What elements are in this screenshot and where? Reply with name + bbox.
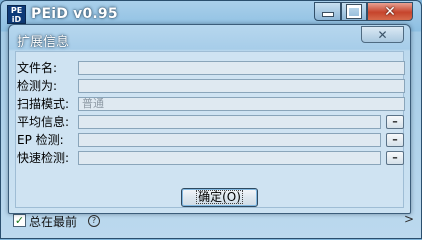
- ep-check-field[interactable]: [78, 133, 381, 147]
- close-icon: ✕: [384, 3, 396, 20]
- always-on-top-label[interactable]: 总在最前: [29, 213, 77, 230]
- fast-check-field[interactable]: [78, 151, 381, 165]
- file-name-field[interactable]: [78, 61, 405, 75]
- always-on-top-checkbox[interactable]: ✓: [13, 214, 26, 227]
- file-name-label: 文件名:: [17, 61, 58, 75]
- minimize-button[interactable]: [314, 2, 341, 21]
- peid-app-icon: PE iD: [7, 5, 26, 24]
- entropy-field[interactable]: [78, 115, 381, 129]
- entropy-label: 平均信息:: [17, 115, 70, 129]
- maximize-icon: [347, 5, 361, 18]
- ok-button[interactable]: 确定(O): [181, 188, 258, 207]
- scan-mode-label: 扫描模式:: [17, 97, 70, 111]
- scan-mode-field[interactable]: 普通: [78, 97, 405, 111]
- entropy-button[interactable]: –: [386, 115, 404, 129]
- peid-main-window: PE iD PEiD v0.95 ✕ ✓ 总在最前 ? > 扩展信息 ✕ 文件名…: [0, 0, 422, 239]
- detected-as-field[interactable]: [78, 79, 405, 93]
- extended-info-dialog: 扩展信息 ✕ 文件名: 检测为: 扫描模式: 普通 平均信息: – EP 检测:…: [8, 24, 411, 214]
- ep-check-label: EP 检测:: [17, 133, 64, 147]
- detected-as-label: 检测为:: [17, 79, 58, 93]
- main-close-button[interactable]: ✕: [367, 2, 413, 21]
- arrow-right-icon[interactable]: >: [404, 212, 414, 226]
- minimize-icon: [321, 12, 334, 17]
- maximize-button[interactable]: [341, 2, 367, 21]
- fast-check-button[interactable]: –: [386, 151, 404, 165]
- ok-focus-rect: 确定(O): [196, 190, 243, 204]
- close-icon: ✕: [377, 27, 388, 42]
- help-icon[interactable]: ?: [88, 215, 100, 227]
- dialog-titlebar[interactable]: 扩展信息 ✕: [9, 25, 410, 51]
- ep-check-button[interactable]: –: [386, 133, 404, 147]
- fast-check-label: 快速检测:: [17, 151, 70, 165]
- dialog-title: 扩展信息: [17, 35, 70, 50]
- ok-hotkey: (O): [222, 190, 241, 204]
- main-window-title: PEiD v0.95: [31, 6, 118, 22]
- dialog-close-button[interactable]: ✕: [361, 26, 404, 43]
- ok-label: 确定: [198, 190, 223, 204]
- dialog-client-area: 文件名: 检测为: 扫描模式: 普通 平均信息: – EP 检测: – 快速检测…: [15, 51, 405, 208]
